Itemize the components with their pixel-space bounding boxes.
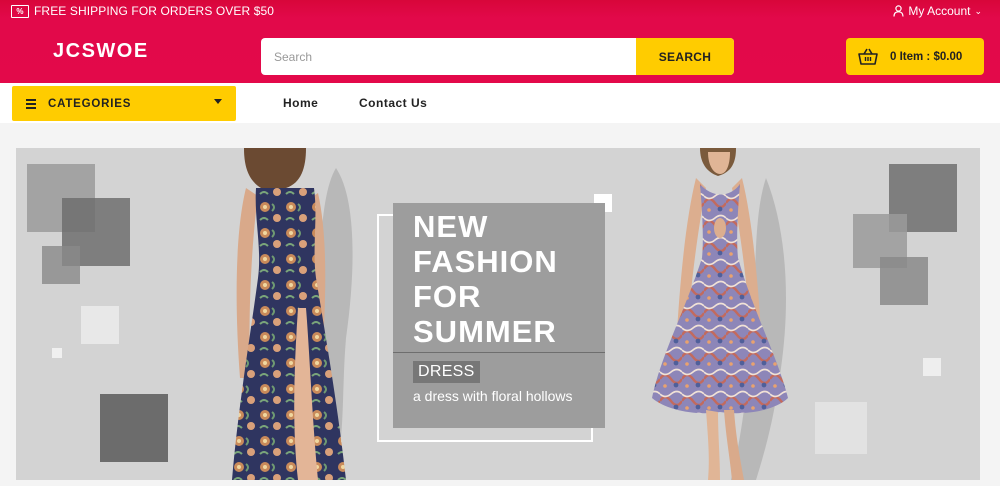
chevron-down-icon: ⌄: [974, 5, 982, 16]
categories-label: CATEGORIES: [48, 97, 132, 110]
search-button[interactable]: SEARCH: [636, 38, 734, 75]
categories-dropdown[interactable]: CATEGORIES: [12, 86, 236, 121]
site-logo[interactable]: JCSWOE: [53, 40, 149, 63]
decor-square: [815, 402, 867, 454]
banner-subtitle: a dress with floral hollows: [413, 388, 573, 404]
nav-link-contact-us[interactable]: Contact Us: [359, 96, 427, 110]
my-account-label: My Account: [908, 4, 971, 18]
main-navigation: CATEGORIES Home Contact Us: [0, 83, 1000, 123]
search-bar: SEARCH: [261, 38, 734, 75]
my-account-link[interactable]: My Account ⌄: [893, 3, 982, 19]
discount-tag-icon: %: [11, 4, 29, 18]
cart-summary: 0 Item : $0.00: [890, 50, 963, 63]
banner-tag: DRESS: [413, 361, 480, 383]
nav-link-home[interactable]: Home: [283, 96, 318, 110]
model-floral-navy-dress-image: [232, 148, 353, 480]
banner-headline: NEW FASHION FOR SUMMER: [413, 209, 558, 349]
model-patterned-dress-image: [652, 148, 788, 480]
decor-square: [100, 394, 168, 462]
decor-square: [52, 348, 62, 358]
basket-icon: [858, 48, 878, 65]
promo-banner: % FREE SHIPPING FOR ORDERS OVER $50: [11, 3, 274, 19]
decor-square: [880, 257, 928, 305]
promo-text: FREE SHIPPING FOR ORDERS OVER $50: [34, 4, 275, 18]
decor-square: [81, 306, 119, 344]
search-input[interactable]: [261, 38, 621, 75]
caret-down-icon: [214, 99, 222, 104]
menu-icon: [26, 98, 36, 109]
site-header: % FREE SHIPPING FOR ORDERS OVER $50 My A…: [0, 0, 1000, 83]
banner-text-box: NEW FASHION FOR SUMMER DRESS a dress wit…: [393, 203, 605, 428]
decor-square: [923, 358, 941, 376]
user-icon: [893, 5, 905, 17]
hero-banner[interactable]: NEW FASHION FOR SUMMER DRESS a dress wit…: [16, 148, 980, 480]
decor-square: [42, 246, 80, 284]
cart-button[interactable]: 0 Item : $0.00: [846, 38, 984, 75]
banner-divider: [393, 352, 605, 353]
